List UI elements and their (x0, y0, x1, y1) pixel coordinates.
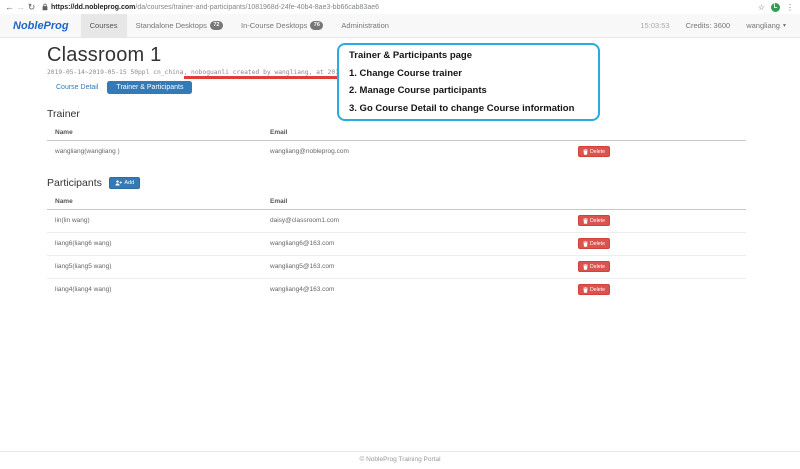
clock-display: 15:03:53 (632, 14, 677, 37)
delete-button-label: Delete (590, 149, 605, 155)
delete-participant-button[interactable]: Delete (578, 261, 610, 272)
participant-email-cell: daisy@classroom1.com (262, 210, 570, 233)
add-button-label: Add (124, 180, 134, 186)
url-host: dd.nobleprog.com (74, 4, 135, 11)
nav-item-label: Administration (341, 21, 389, 30)
tab-course-detail[interactable]: Course Detail (47, 81, 107, 94)
trash-icon (583, 218, 588, 224)
browser-chrome: ← → ↻ https://dd.nobleprog.com/da/course… (0, 0, 800, 14)
participants-table: Name Email lin(lin wang) daisy@classroom… (47, 194, 746, 301)
forward-icon[interactable]: → (15, 3, 26, 12)
back-icon[interactable]: ← (4, 3, 15, 12)
nav-item-administration[interactable]: Administration (332, 14, 398, 37)
trainer-col-email: Email (262, 125, 570, 141)
participants-col-email: Email (262, 194, 570, 210)
participant-name-cell: liang4(liang4 wang) (47, 279, 262, 302)
nav-item-in-course-desktops[interactable]: In-Course Desktops 76 (232, 14, 332, 37)
url-scheme: https:// (51, 4, 74, 11)
nav-item-label: In-Course Desktops (241, 21, 307, 30)
participant-name-cell: lin(lin wang) (47, 210, 262, 233)
trainer-email-cell: wangliang@nobleprog.com (262, 141, 570, 164)
participants-heading: Participants Add (47, 177, 800, 189)
participants-heading-label: Participants (47, 177, 102, 189)
nav-item-label: Courses (90, 21, 118, 30)
tab-trainer-participants[interactable]: Trainer & Participants (107, 81, 192, 94)
delete-participant-button[interactable]: Delete (578, 284, 610, 295)
annotation-callout: Trainer & Participants page 1. Change Co… (337, 43, 600, 121)
participant-email-cell: wangliang6@163.com (262, 233, 570, 256)
annotation-connector-line (184, 76, 338, 79)
standalone-desktops-count-badge: 72 (210, 21, 223, 29)
refresh-icon[interactable]: ↻ (26, 3, 37, 12)
trash-icon (583, 241, 588, 247)
credits-display: Credits: 3600 (678, 14, 739, 37)
url-path: /da/courses/trainer-and-participants/108… (135, 4, 379, 11)
delete-button-label: Delete (590, 287, 605, 293)
app-navbar: NobleProg Courses Standalone Desktops 72… (0, 14, 800, 38)
in-course-desktops-count-badge: 76 (310, 21, 323, 29)
chevron-down-icon: ▾ (783, 22, 786, 29)
participant-email-cell: wangliang4@163.com (262, 279, 570, 302)
participants-col-name: Name (47, 194, 262, 210)
annotation-line-4: 3. Go Course Detail to change Course inf… (349, 100, 588, 117)
delete-participant-button[interactable]: Delete (578, 238, 610, 249)
add-user-icon (115, 180, 122, 186)
user-menu[interactable]: wangliang ▾ (738, 14, 800, 37)
annotation-line-2: 1. Change Course trainer (349, 65, 588, 82)
url-bar[interactable]: https://dd.nobleprog.com/da/courses/trai… (40, 2, 758, 13)
delete-button-label: Delete (590, 218, 605, 224)
trash-icon (583, 149, 588, 155)
browser-profile-avatar[interactable]: L (771, 3, 780, 12)
participant-name-cell: liang6(liang6 wang) (47, 233, 262, 256)
trainer-name-cell: wangliang(wangliang ) (47, 141, 262, 164)
nav-item-label: Standalone Desktops (136, 21, 207, 30)
table-row: liang4(liang4 wang) wangliang4@163.com D… (47, 279, 746, 302)
nav-item-courses[interactable]: Courses (81, 14, 127, 37)
participants-col-action (570, 194, 746, 210)
participant-email-cell: wangliang5@163.com (262, 256, 570, 279)
delete-trainer-button[interactable]: Delete (578, 146, 610, 157)
trainer-col-action (570, 125, 746, 141)
table-row: lin(lin wang) daisy@classroom1.com Delet… (47, 210, 746, 233)
table-row: liang6(liang6 wang) wangliang6@163.com D… (47, 233, 746, 256)
lock-icon (42, 3, 48, 11)
trash-icon (583, 287, 588, 293)
trainer-table: Name Email wangliang(wangliang ) wanglia… (47, 125, 746, 163)
add-participant-button[interactable]: Add (109, 177, 140, 189)
browser-menu-icon[interactable]: ⋮ (786, 3, 794, 12)
page-footer: © NobleProg Training Portal (0, 451, 800, 469)
user-name: wangliang (746, 21, 780, 30)
annotation-line-1: Trainer & Participants page (349, 47, 588, 64)
trainer-col-name: Name (47, 125, 262, 141)
table-row: liang5(liang5 wang) wangliang5@163.com D… (47, 256, 746, 279)
nobleprog-logo[interactable]: NobleProg (0, 14, 81, 37)
trash-icon (583, 264, 588, 270)
annotation-line-3: 2. Manage Course participants (349, 82, 588, 99)
delete-button-label: Delete (590, 241, 605, 247)
table-row: wangliang(wangliang ) wangliang@noblepro… (47, 141, 746, 164)
footer-text: © NobleProg Training Portal (359, 456, 440, 463)
participant-name-cell: liang5(liang5 wang) (47, 256, 262, 279)
delete-participant-button[interactable]: Delete (578, 215, 610, 226)
nav-item-standalone-desktops[interactable]: Standalone Desktops 72 (127, 14, 232, 37)
bookmark-star-icon[interactable]: ☆ (758, 3, 765, 12)
delete-button-label: Delete (590, 264, 605, 270)
